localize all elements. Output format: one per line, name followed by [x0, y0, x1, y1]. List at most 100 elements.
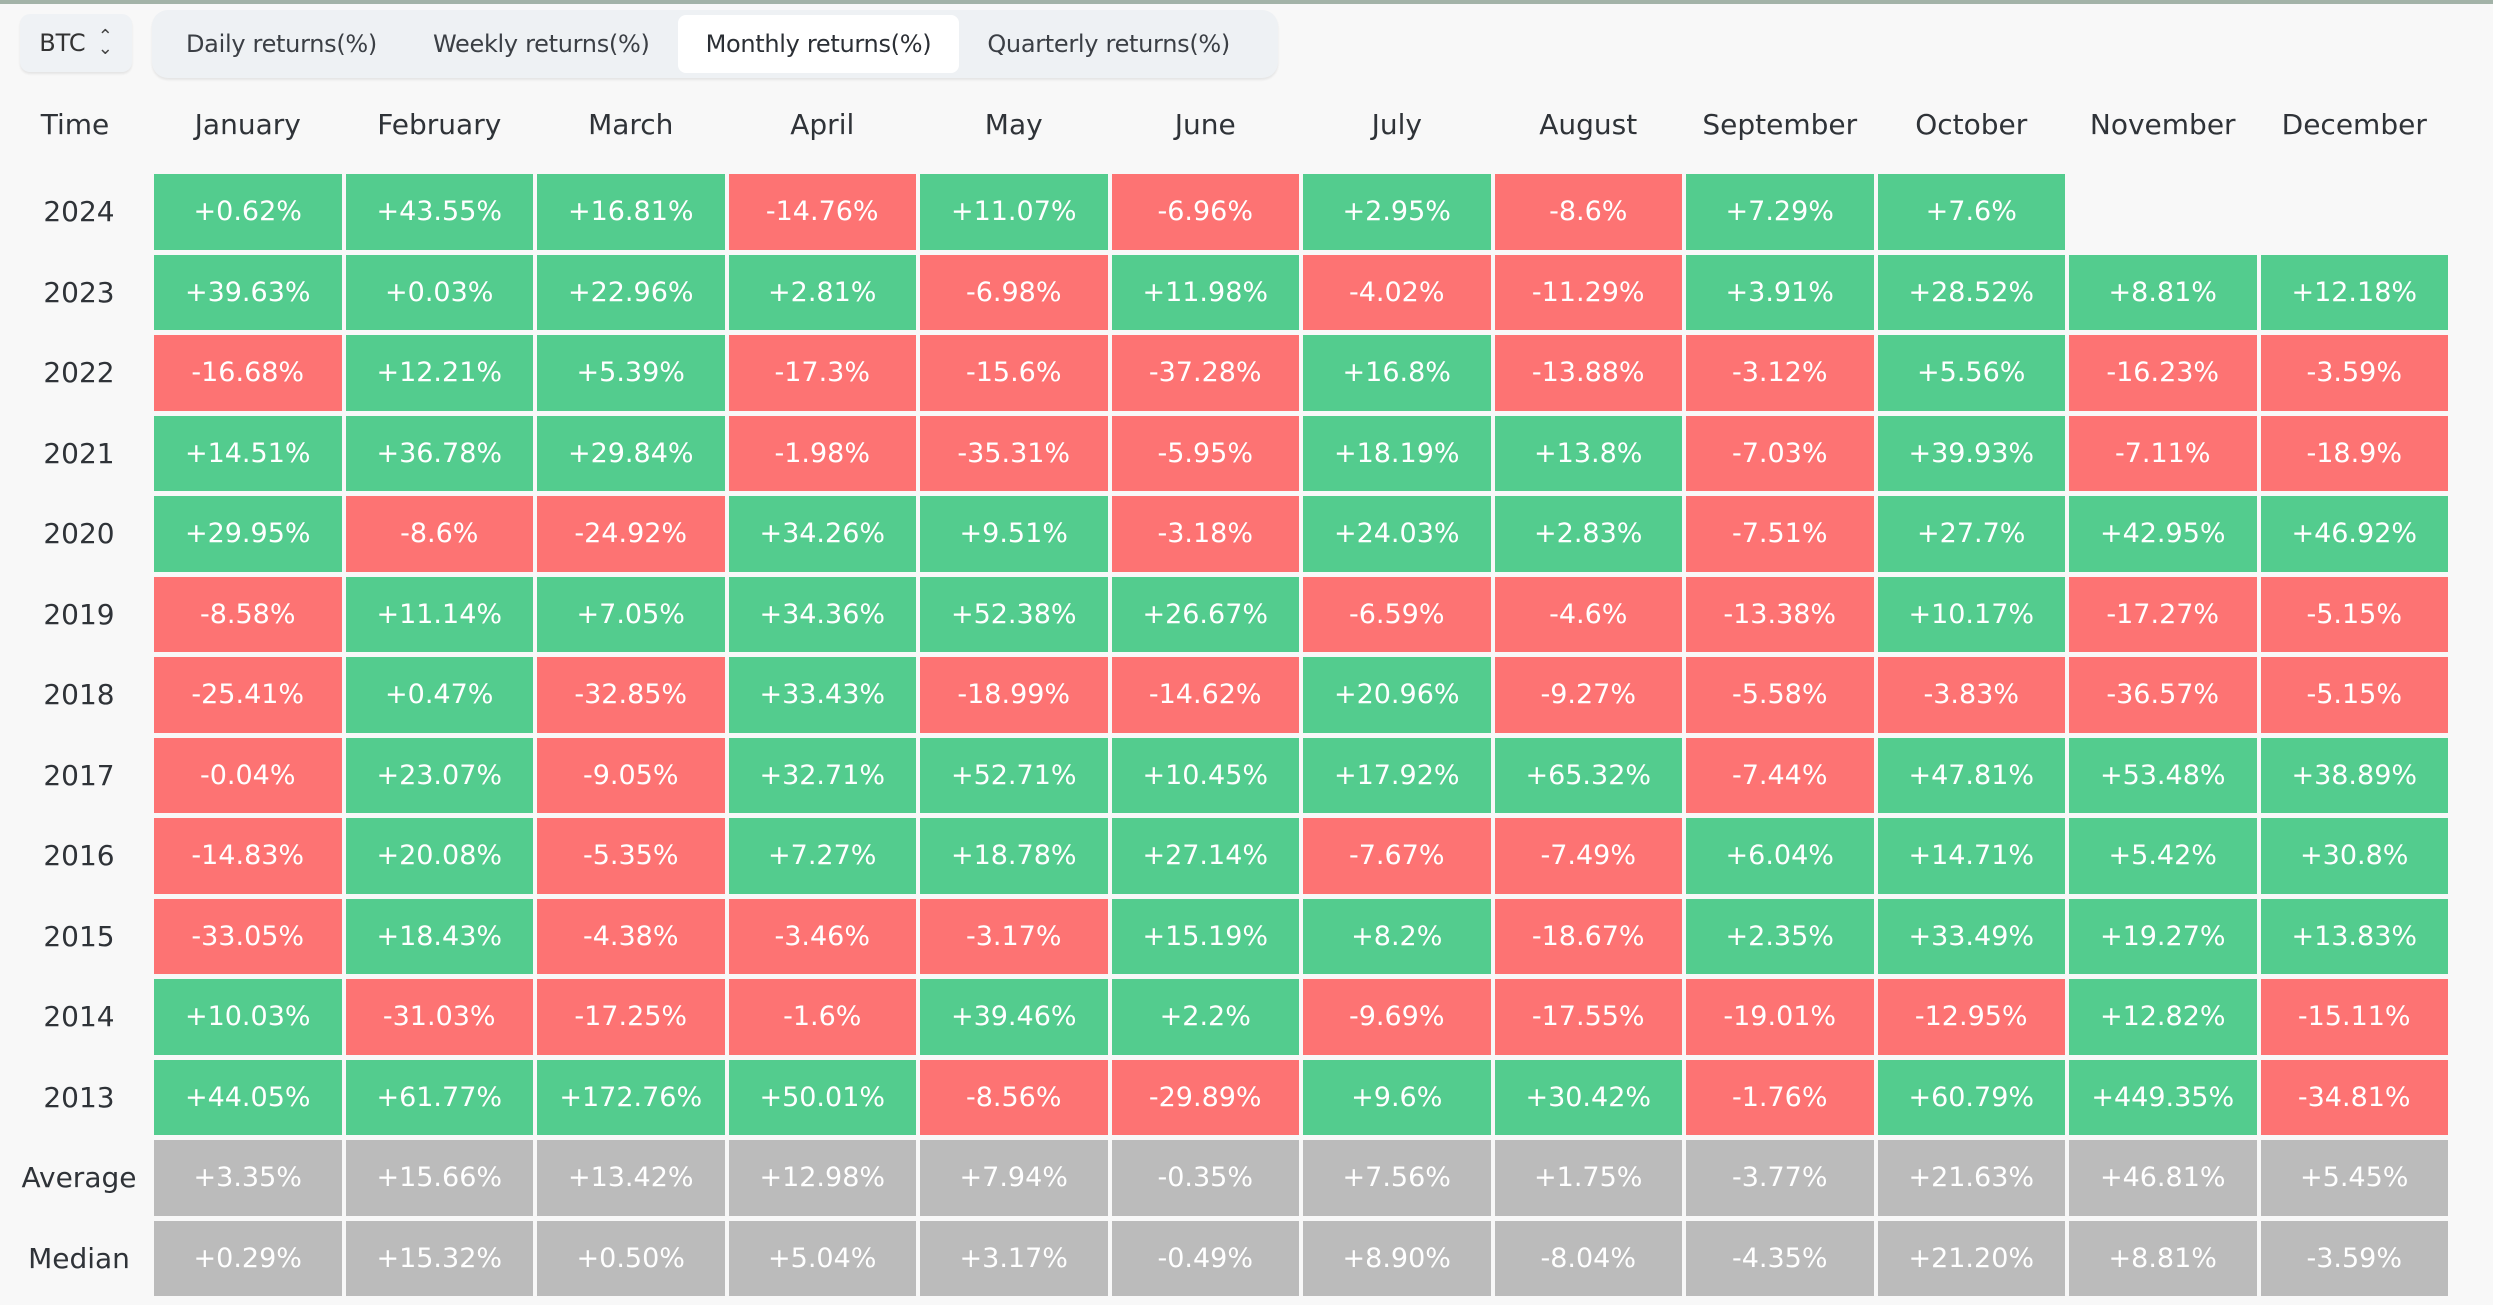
return-cell: +3.35%	[154, 1140, 342, 1216]
return-cell: +8.81%	[2069, 1220, 2257, 1296]
return-cell: -3.59%	[2260, 1220, 2448, 1296]
return-cell: +27.14%	[1111, 818, 1299, 894]
return-cell: +18.19%	[1303, 415, 1491, 491]
return-cell: +2.83%	[1494, 496, 1682, 572]
column-header-april: April	[790, 107, 855, 141]
return-cell: +43.55%	[345, 174, 533, 250]
row-label-2021: 2021	[43, 436, 115, 470]
row-label-2023: 2023	[43, 275, 115, 309]
column-header-june: June	[1174, 107, 1236, 141]
return-cell: -1.6%	[728, 979, 916, 1055]
row-label-2015: 2015	[43, 919, 115, 953]
tab-monthly-returns[interactable]: Monthly returns(%)	[677, 15, 960, 73]
return-cell: +0.47%	[345, 657, 533, 733]
column-header-november: November	[2089, 107, 2236, 141]
return-cell: +50.01%	[728, 1059, 916, 1135]
return-cell: -25.41%	[154, 657, 342, 733]
return-cell: +29.84%	[537, 415, 725, 491]
return-cell: -36.57%	[2069, 657, 2257, 733]
column-header-march: March	[588, 107, 674, 141]
up-down-chevron-icon: ⌃ ⌄	[97, 26, 113, 59]
row-label-median: Median	[28, 1241, 130, 1275]
return-cell: -13.88%	[1494, 335, 1682, 411]
return-cell: +38.89%	[2260, 737, 2448, 813]
return-cell: -17.55%	[1494, 979, 1682, 1055]
return-cell: -3.77%	[1686, 1140, 1874, 1216]
return-cell: +13.83%	[2260, 898, 2448, 974]
return-cell: +61.77%	[345, 1059, 533, 1135]
return-cell: -7.44%	[1686, 737, 1874, 813]
return-cell: -7.11%	[2069, 415, 2257, 491]
return-cell: +15.66%	[345, 1140, 533, 1216]
return-cell: +28.52%	[1877, 254, 2065, 330]
return-cell: +15.32%	[345, 1220, 533, 1296]
return-cell: -8.56%	[920, 1059, 1108, 1135]
return-cell: -34.81%	[2260, 1059, 2448, 1135]
column-header-january: January	[194, 107, 301, 141]
row-label-2020: 2020	[43, 517, 115, 551]
asset-selector-value: BTC	[39, 29, 86, 57]
return-cell: +10.03%	[154, 979, 342, 1055]
return-cell: -9.69%	[1303, 979, 1491, 1055]
return-cell: -8.6%	[345, 496, 533, 572]
return-cell: -7.49%	[1494, 818, 1682, 894]
return-cell: +53.48%	[2069, 737, 2257, 813]
return-cell: -3.12%	[1686, 335, 1874, 411]
return-cell: -14.83%	[154, 818, 342, 894]
return-cell: +14.51%	[154, 415, 342, 491]
return-cell: +44.05%	[154, 1059, 342, 1135]
return-cell: -3.83%	[1877, 657, 2065, 733]
column-header-february: February	[377, 107, 502, 141]
return-cell: -14.62%	[1111, 657, 1299, 733]
return-cell: -17.27%	[2069, 576, 2257, 652]
return-cell: -9.27%	[1494, 657, 1682, 733]
return-cell: +39.46%	[920, 979, 1108, 1055]
return-cell: +23.07%	[345, 737, 533, 813]
return-cell: +32.71%	[728, 737, 916, 813]
return-cell: +1.75%	[1494, 1140, 1682, 1216]
return-cell: -8.04%	[1494, 1220, 1682, 1296]
return-cell: +11.98%	[1111, 254, 1299, 330]
return-cell: -5.15%	[2260, 576, 2448, 652]
return-cell: +21.63%	[1877, 1140, 2065, 1216]
return-cell: +5.42%	[2069, 818, 2257, 894]
row-label-2018: 2018	[43, 678, 115, 712]
return-cell: +16.8%	[1303, 335, 1491, 411]
row-label-2013: 2013	[43, 1080, 115, 1114]
return-cell: +39.93%	[1877, 415, 2065, 491]
return-cell: -31.03%	[345, 979, 533, 1055]
header-spacer	[0, 157, 2448, 169]
return-cell: -5.58%	[1686, 657, 1874, 733]
return-cell: -8.6%	[1494, 174, 1682, 250]
return-cell: -3.46%	[728, 898, 916, 974]
return-cell: +7.29%	[1686, 174, 1874, 250]
return-cell: +52.38%	[920, 576, 1108, 652]
asset-selector[interactable]: BTC ⌃ ⌄	[20, 14, 132, 72]
return-cell: +30.42%	[1494, 1059, 1682, 1135]
monthly-returns-heatmap: Time January February March April May June July…	[0, 96, 2448, 1296]
return-cell: -3.59%	[2260, 335, 2448, 411]
return-cell: +0.03%	[345, 254, 533, 330]
return-cell: +47.81%	[1877, 737, 2065, 813]
column-header-may: May	[984, 107, 1043, 141]
return-cell: -13.38%	[1686, 576, 1874, 652]
return-cell: +10.17%	[1877, 576, 2065, 652]
return-cell: +19.27%	[2069, 898, 2257, 974]
return-cell: +0.50%	[537, 1220, 725, 1296]
return-cell: +7.6%	[1877, 174, 2065, 250]
return-cell: +33.49%	[1877, 898, 2065, 974]
return-cell: -5.35%	[537, 818, 725, 894]
tab-weekly-returns[interactable]: Weekly returns(%)	[405, 15, 678, 73]
return-cell: -12.95%	[1877, 979, 2065, 1055]
return-cell: -0.49%	[1111, 1220, 1299, 1296]
return-cell: +10.45%	[1111, 737, 1299, 813]
return-cell: -6.96%	[1111, 174, 1299, 250]
return-cell: -7.03%	[1686, 415, 1874, 491]
return-cell: -5.95%	[1111, 415, 1299, 491]
return-cell: -15.11%	[2260, 979, 2448, 1055]
row-label-2022: 2022	[43, 356, 115, 390]
return-cell: +22.96%	[537, 254, 725, 330]
return-cell: +33.43%	[728, 657, 916, 733]
tab-daily-returns[interactable]: Daily returns(%)	[158, 15, 405, 73]
tab-quarterly-returns[interactable]: Quarterly returns(%)	[959, 15, 1258, 73]
